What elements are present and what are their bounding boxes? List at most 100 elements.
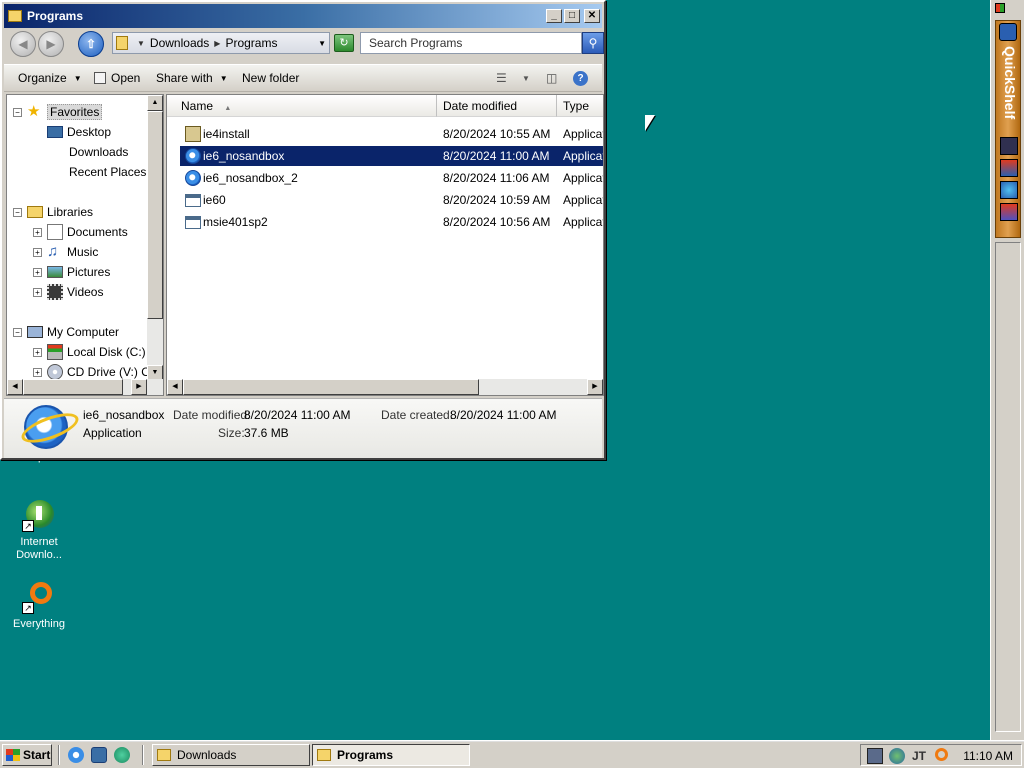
file-row-selected[interactable]: ie6_nosandbox 8/20/2024 11:00 AM Applica… [180,146,603,166]
expand-icon[interactable]: + [33,347,42,357]
quickshelf-logo-icon[interactable] [999,23,1017,41]
details-size-value: 37.6 MB [244,426,289,440]
tree-item-videos[interactable]: + Videos [33,283,103,301]
column-header-name[interactable]: Name ▲ [167,95,437,117]
expand-icon[interactable]: + [33,267,42,277]
app-launcher-icon[interactable] [1000,159,1018,177]
preview-pane-icon[interactable]: ◫ [546,71,557,85]
show-desktop-icon[interactable] [91,747,107,763]
tree-label: CD Drive (V:) OF [67,365,158,379]
tree-item-documents[interactable]: + Documents [33,223,128,241]
tree-item-downloads[interactable]: Downloads [69,143,128,161]
search-icon[interactable] [1000,203,1018,221]
expand-icon[interactable]: + [33,287,42,297]
breadcrumb-chevron-icon[interactable]: ▶ [214,39,220,48]
clock[interactable]: 11:10 AM [963,749,1013,763]
search-input[interactable]: Search Programs [360,32,582,54]
expand-icon[interactable]: + [33,247,42,257]
media-player-icon[interactable] [114,747,130,763]
expand-icon[interactable]: + [33,367,42,377]
file-type: Applicatio [563,149,603,163]
breadcrumb-programs[interactable]: Programs [225,36,277,50]
task-button-programs[interactable]: Programs [312,744,470,766]
organize-button[interactable]: Organize ▼ [18,71,82,85]
scroll-left-icon[interactable]: ◀ [167,379,183,395]
file-row[interactable]: ie6_nosandbox_2 8/20/2024 11:06 AM Appli… [180,168,603,188]
start-button[interactable]: Start [2,744,52,766]
input-method-icon[interactable]: JT [911,748,927,764]
file-date: 8/20/2024 11:06 AM [443,171,550,185]
up-button[interactable]: ⇧ [78,31,104,57]
breadcrumb-downloads[interactable]: Downloads [150,36,209,50]
breadcrumb-chevron-icon[interactable]: ▼ [137,39,145,48]
help-icon[interactable]: ? [573,71,588,86]
ie-icon [185,148,201,164]
column-header-type[interactable]: Type [557,95,603,117]
file-name: ie4install [203,127,250,141]
network-icon[interactable] [889,748,905,764]
scroll-right-icon[interactable]: ▶ [587,379,603,395]
windows-flag-icon[interactable] [995,3,1005,13]
column-header-date[interactable]: Date modified [437,95,557,117]
desktop-icon-internet-download[interactable]: ↗ Internet Downlo... [4,498,74,562]
tree-my-computer[interactable]: − My Computer [13,323,119,341]
refresh-button[interactable]: ↻ [334,34,354,52]
tree-item-music[interactable]: + ♫ Music [33,243,98,261]
scroll-thumb[interactable] [147,111,163,319]
open-button[interactable]: Open [94,71,140,85]
scroll-thumb[interactable] [183,379,479,395]
close-button[interactable]: ✕ [584,9,600,23]
window-title: Programs [27,9,84,23]
tree-libraries[interactable]: − Libraries [13,203,93,221]
maximize-button[interactable]: □ [564,9,580,23]
settings-icon[interactable] [1000,181,1018,199]
collapse-icon[interactable]: − [13,207,22,217]
file-row[interactable]: msie401sp2 8/20/2024 10:56 AM Applicatio [180,212,603,232]
desktop-icon-everything[interactable]: ↗ Everything [4,580,74,631]
search-icon[interactable]: ⚲ [582,32,604,54]
scroll-right-icon[interactable]: ▶ [131,379,147,395]
file-horizontal-scrollbar[interactable]: ◀ ▶ [167,379,603,395]
tree-favorites[interactable]: − ★ Favorites [13,103,103,121]
search-placeholder: Search Programs [369,36,463,50]
desktop-icon-label: Downlo... [16,549,62,561]
tree-label: Desktop [67,125,112,139]
expand-icon[interactable]: + [33,227,42,237]
new-folder-label: New folder [242,71,300,85]
everything-search-icon[interactable] [935,748,948,761]
calculator-icon[interactable] [1000,137,1018,155]
forward-button[interactable]: ▶ [38,31,64,57]
tree-label: Downloads [69,145,129,159]
collapse-icon[interactable]: − [13,107,22,117]
chevron-down-icon[interactable]: ▼ [522,74,530,83]
nav-horizontal-scrollbar[interactable]: ◀ ▶ [7,379,163,395]
ie-icon[interactable] [68,747,84,763]
collapse-icon[interactable]: − [13,327,22,337]
address-dropdown-icon[interactable]: ▼ [318,39,326,48]
new-folder-button[interactable]: New folder [242,71,299,85]
view-options-icon[interactable]: ☰ [496,71,507,85]
file-date: 8/20/2024 10:56 AM [443,215,551,229]
minimize-button[interactable]: _ [546,9,562,23]
tree-item-local-disk[interactable]: + Local Disk (C:) [33,343,146,361]
share-with-button[interactable]: Share with ▼ [156,71,228,85]
title-bar[interactable]: Programs _ □ ✕ [4,4,602,28]
scroll-left-icon[interactable]: ◀ [7,379,23,395]
file-row[interactable]: ie60 8/20/2024 10:59 AM Applicatio [180,190,603,210]
tree-item-recent-places[interactable]: Recent Places [69,163,146,181]
monitor-icon[interactable] [867,748,883,764]
tree-label: Recent Places [69,165,147,179]
file-row[interactable]: ie4install 8/20/2024 10:55 AM Applicatio [180,124,603,144]
scroll-up-icon[interactable]: ▲ [147,95,163,111]
scroll-thumb[interactable] [23,379,123,395]
tree-item-pictures[interactable]: + Pictures [33,263,110,281]
details-size-label: Size: [218,426,245,440]
file-type: Applicatio [563,215,603,229]
open-icon [94,72,106,84]
task-button-downloads[interactable]: Downloads [152,744,310,766]
navigation-pane: − ★ Favorites Desktop Downloads Recent P… [6,94,164,396]
tree-item-desktop[interactable]: Desktop [47,123,111,141]
address-bar[interactable]: ▼ Downloads ▶ Programs ▼ [112,32,330,54]
back-button[interactable]: ◀ [10,31,36,57]
nav-vertical-scrollbar[interactable]: ▲ ▼ [147,95,163,381]
